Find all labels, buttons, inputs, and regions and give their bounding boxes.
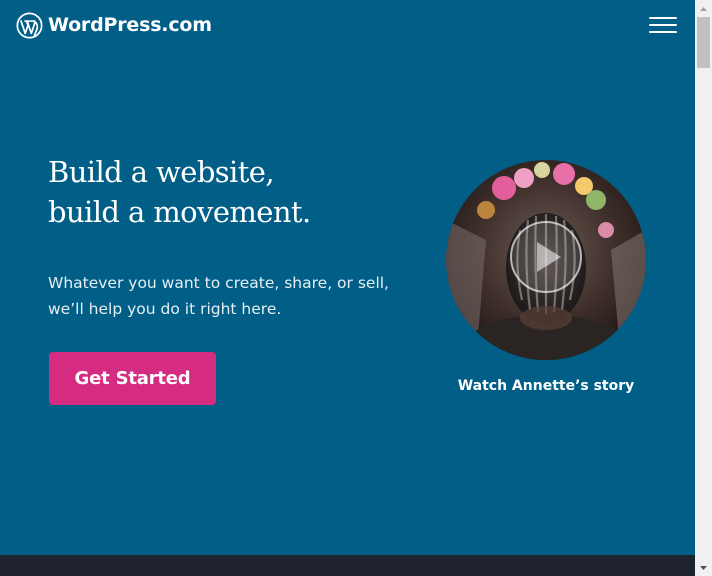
video-thumbnail-image bbox=[446, 160, 646, 360]
hero-title: Build a website, build a movement. bbox=[48, 152, 408, 232]
site-header: WordPress.com bbox=[0, 0, 695, 54]
hamburger-menu-icon[interactable] bbox=[649, 17, 677, 35]
play-icon[interactable] bbox=[510, 221, 582, 293]
hero-subtitle-line-1: Whatever you want to create, share, or s… bbox=[48, 274, 389, 292]
hero-title-line-1: Build a website, bbox=[48, 155, 275, 189]
get-started-button[interactable]: Get Started bbox=[49, 352, 216, 405]
scroll-down-arrow-icon[interactable] bbox=[695, 559, 712, 576]
video-thumbnail[interactable] bbox=[446, 160, 646, 360]
vertical-scrollbar[interactable] bbox=[695, 0, 712, 576]
hero-subtitle: Whatever you want to create, share, or s… bbox=[48, 270, 408, 322]
hero-subtitle-line-2: we’ll help you do it right here. bbox=[48, 300, 282, 318]
scroll-up-arrow-icon[interactable] bbox=[695, 0, 712, 17]
logo-text: WordPress.com bbox=[48, 14, 212, 36]
watch-story-link[interactable]: Watch Annette’s story bbox=[446, 376, 646, 396]
hero-title-line-2: build a movement. bbox=[48, 195, 311, 229]
next-section-preview bbox=[0, 555, 695, 576]
scrollbar-thumb[interactable] bbox=[697, 17, 710, 68]
wordpress-logo-link[interactable]: WordPress.com bbox=[16, 12, 212, 39]
wordpress-logo-icon bbox=[16, 12, 43, 39]
